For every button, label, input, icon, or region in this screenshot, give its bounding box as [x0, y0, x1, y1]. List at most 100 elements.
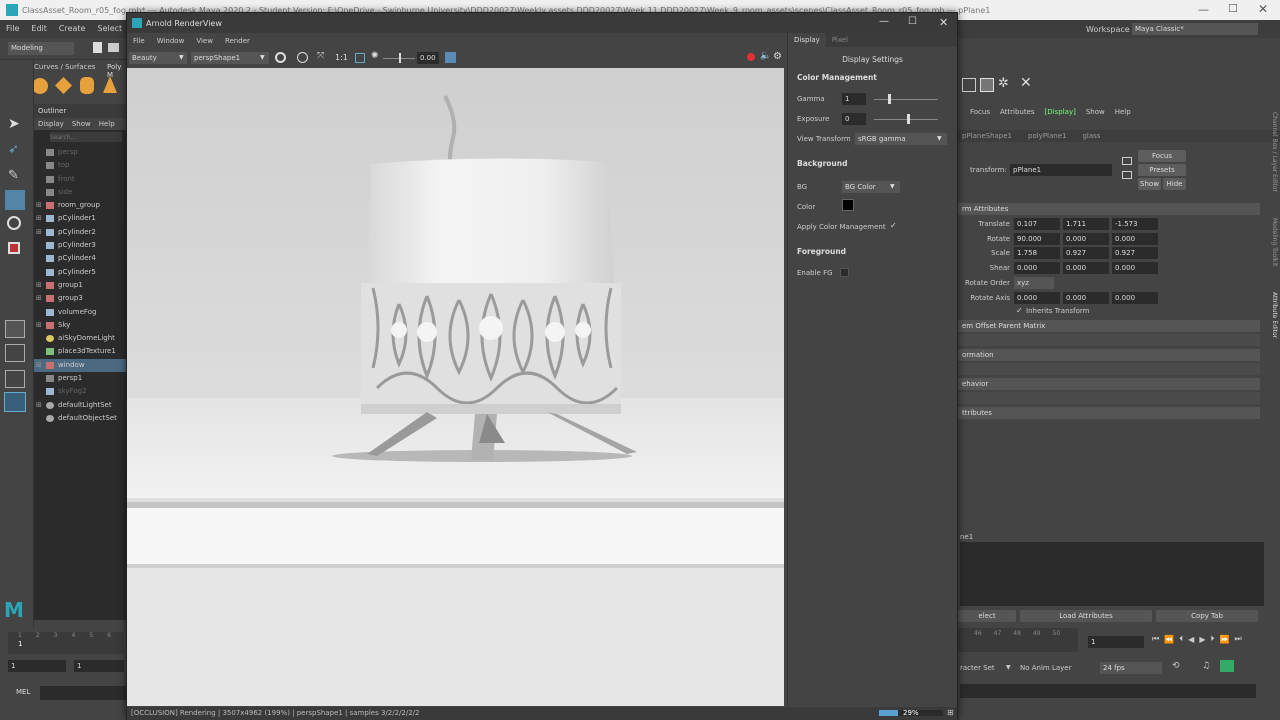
outliner-item[interactable]: side	[34, 186, 126, 199]
transformation-header[interactable]: ormation	[958, 349, 1260, 361]
current-frame-marker[interactable]: 1	[18, 640, 22, 648]
offset-parent-matrix-header[interactable]: em Offset Parent Matrix	[958, 320, 1260, 332]
crop-region-icon[interactable]	[355, 53, 365, 63]
shelf-tab-curves[interactable]: Curves / Surfaces	[34, 63, 95, 71]
rotate-axis-z[interactable]: 0.000	[1112, 292, 1158, 304]
ae-show-button[interactable]: Show	[1138, 178, 1161, 190]
attribute-value-field[interactable]: 0.000	[1112, 232, 1158, 245]
anim-layer-label[interactable]: No Anim Layer	[1020, 664, 1071, 672]
go-start-icon[interactable]: ⏮	[1152, 634, 1159, 644]
enable-fg-checkbox[interactable]	[840, 268, 849, 277]
snap-checker-icon[interactable]	[980, 78, 994, 92]
outliner-item[interactable]: place3dTexture1	[34, 345, 126, 358]
load-attributes-button[interactable]: Load Attributes	[1020, 610, 1152, 622]
lasso-tool-icon[interactable]: ➶	[8, 142, 19, 157]
go-end-icon[interactable]: ⏭	[1234, 634, 1241, 644]
mel-input[interactable]	[40, 686, 126, 700]
start-frame-field[interactable]: 1	[8, 660, 66, 672]
expand-icon[interactable]: ⊞	[36, 226, 42, 239]
attribute-value-field[interactable]: 0.000	[1063, 261, 1109, 274]
paint-select-icon[interactable]: ✎	[8, 168, 19, 183]
expand-icon[interactable]: ⊞	[36, 279, 42, 292]
rotate-axis-x[interactable]: 0.000	[1014, 292, 1060, 304]
ae-menu-attributes[interactable]: Attributes	[995, 106, 1040, 118]
speaker-icon[interactable]: 🔈	[760, 51, 771, 61]
render-view-image[interactable]	[127, 68, 784, 706]
snap-point-icon[interactable]: ✕	[1020, 75, 1032, 91]
outliner-item[interactable]: pCylinder3	[34, 239, 126, 252]
step-forward-key-icon[interactable]: ⏩	[1219, 635, 1229, 644]
arnold-menu-view[interactable]: View	[190, 33, 219, 49]
current-frame-field[interactable]: 1	[1088, 636, 1144, 648]
outliner-search-input[interactable]	[50, 132, 122, 142]
gamma-slider[interactable]	[874, 99, 938, 100]
attribute-value-field[interactable]: -1.573	[1112, 218, 1158, 230]
outliner-menu-display[interactable]: Display	[34, 118, 68, 130]
ae-tab-pplaneshape1[interactable]: pPlaneShape1	[958, 132, 1020, 140]
outliner-item[interactable]: defaultObjectSet	[34, 412, 126, 425]
play-back-icon[interactable]: ◀	[1188, 635, 1194, 644]
move-tool-icon[interactable]	[5, 190, 25, 210]
outliner-item[interactable]: aiSkyDomeLight	[34, 332, 126, 345]
side-tab-modeling-toolkit[interactable]: Modeling Toolkit	[1271, 218, 1278, 266]
layout-two-icon[interactable]	[5, 370, 25, 388]
rotate-order-select[interactable]: xyz	[1014, 277, 1054, 289]
snapshot-icon[interactable]	[445, 52, 456, 63]
side-tab-channel-box[interactable]: Channel Box / Layer Editor	[1271, 112, 1278, 192]
auto-key-icon[interactable]	[1220, 660, 1234, 672]
attribute-value-field[interactable]: 1.758	[1014, 247, 1060, 259]
step-back-key-icon[interactable]: ⏪	[1164, 635, 1174, 644]
stop-render-icon[interactable]	[747, 53, 755, 61]
open-scene-icon[interactable]	[108, 43, 119, 52]
expand-icon[interactable]: ⊞	[36, 199, 42, 212]
snap-grid-icon[interactable]	[962, 78, 976, 92]
mel-label[interactable]: MEL	[16, 688, 30, 696]
outliner-menu-help[interactable]: Help	[95, 118, 119, 130]
outliner-item[interactable]: ⊞ window	[34, 358, 126, 373]
ae-tab-glass[interactable]: glass	[1074, 132, 1108, 140]
expand-icon[interactable]: ⊞	[36, 359, 42, 372]
menu-file[interactable]: File	[0, 20, 25, 38]
outliner-item[interactable]: persp	[34, 146, 126, 159]
menu-select[interactable]: Select	[91, 20, 128, 38]
menu-edit[interactable]: Edit	[25, 20, 53, 38]
attribute-value-field[interactable]: 0.000	[1112, 261, 1158, 274]
script-editor-field[interactable]	[960, 684, 1256, 698]
expand-icon[interactable]: ⊞	[36, 399, 42, 412]
arnold-minimize-icon[interactable]: —	[879, 16, 889, 27]
step-back-icon[interactable]: ⏴	[1179, 634, 1183, 644]
minimize-icon[interactable]: —	[1198, 3, 1209, 16]
copy-tab-button[interactable]: Copy Tab	[1156, 610, 1258, 622]
view-transform-select[interactable]: sRGB gamma	[855, 133, 947, 145]
outliner-item[interactable]: ⊞ group3	[34, 292, 126, 305]
outliner-item[interactable]: skyFog2	[34, 385, 126, 398]
ae-tab-polyplane1[interactable]: polyPlane1	[1020, 132, 1074, 140]
outliner-item[interactable]: pCylinder4	[34, 252, 126, 265]
display-exposure-slider-handle[interactable]	[907, 114, 910, 124]
outliner-item[interactable]: front	[34, 173, 126, 186]
go-to-input-icon[interactable]	[1122, 157, 1132, 165]
ae-menu-focus[interactable]: Focus	[958, 106, 995, 118]
outliner-item[interactable]: ⊞ room_group	[34, 199, 126, 212]
maximize-icon[interactable]: ☐	[1228, 2, 1238, 15]
side-tab-attribute-editor[interactable]: Attribute Editor	[1271, 292, 1278, 338]
rotate-tool-icon[interactable]	[7, 216, 21, 230]
workspace-select[interactable]: Maya Classic*	[1132, 23, 1258, 35]
ae-menu-display[interactable]: [Display]	[1040, 106, 1081, 118]
ae-presets-button[interactable]: Presets	[1138, 164, 1186, 176]
outliner-item[interactable]: ⊞ defaultLightSet	[34, 399, 126, 412]
settings-gear-icon[interactable]: ⚙	[773, 51, 782, 62]
arnold-menu-file[interactable]: File	[127, 33, 151, 49]
exposure-slider-handle[interactable]	[399, 53, 401, 63]
layout-four-icon[interactable]	[5, 344, 25, 362]
attribute-value-field[interactable]: 0.000	[1063, 232, 1109, 245]
arnold-menu-window[interactable]: Window	[151, 33, 191, 49]
fps-select[interactable]: 24 fps	[1100, 662, 1162, 674]
menu-create[interactable]: Create	[53, 20, 92, 38]
mode-select[interactable]: Modeling	[8, 42, 74, 55]
outliner-item[interactable]: ⊞ pCylinder1	[34, 212, 126, 225]
ae-menu-help[interactable]: Help	[1110, 106, 1136, 118]
expand-icon[interactable]: ⊞	[36, 212, 42, 225]
arnold-maximize-icon[interactable]: ☐	[908, 16, 917, 27]
ae-menu-show[interactable]: Show	[1081, 106, 1110, 118]
